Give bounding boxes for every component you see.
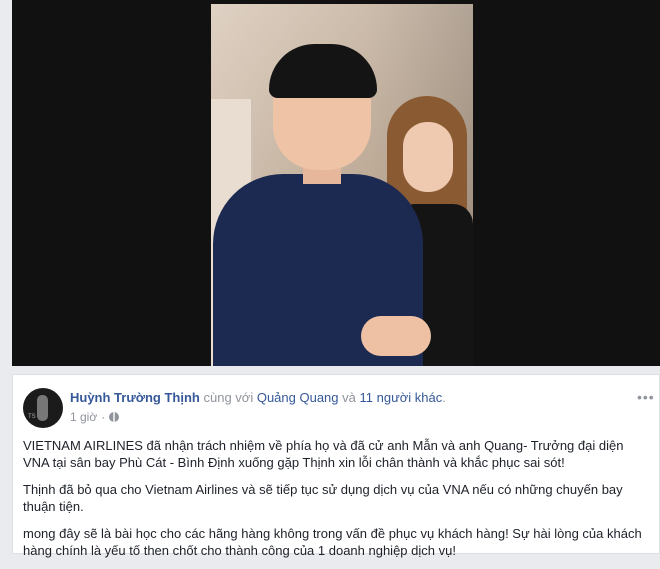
and-text: và — [342, 390, 356, 405]
post-paragraph: Thịnh đã bỏ qua cho Vietnam Airlines và … — [23, 482, 623, 514]
post-header: Huỳnh Trường Thịnh cùng với Quảng Quang … — [70, 390, 446, 405]
video-frame[interactable] — [211, 4, 473, 366]
with-text: cùng với — [203, 390, 254, 405]
video-player[interactable] — [12, 0, 660, 366]
avatar-text: TS — [28, 414, 36, 420]
globe-icon[interactable] — [109, 412, 120, 422]
avatar[interactable]: TS — [23, 388, 63, 428]
tagged-person-link[interactable]: Quảng Quang — [257, 390, 339, 405]
post-card: TS Huỳnh Trường Thịnh cùng với Quảng Qua… — [12, 374, 660, 558]
post-text: VIETNAM AIRLINES đã nhận trách nhiệm về … — [23, 437, 651, 569]
more-icon[interactable]: ••• — [637, 389, 655, 405]
video-hand — [361, 316, 431, 356]
others-link[interactable]: 11 người khác — [360, 390, 443, 405]
post-paragraph: VIETNAM AIRLINES đã nhận trách nhiệm về … — [23, 438, 624, 470]
post-timestamp[interactable]: 1 giờ — [70, 410, 97, 424]
post-meta: 1 giờ · — [70, 410, 120, 424]
video-woman-face — [403, 122, 453, 192]
author-name-link[interactable]: Huỳnh Trường Thịnh — [70, 390, 200, 405]
